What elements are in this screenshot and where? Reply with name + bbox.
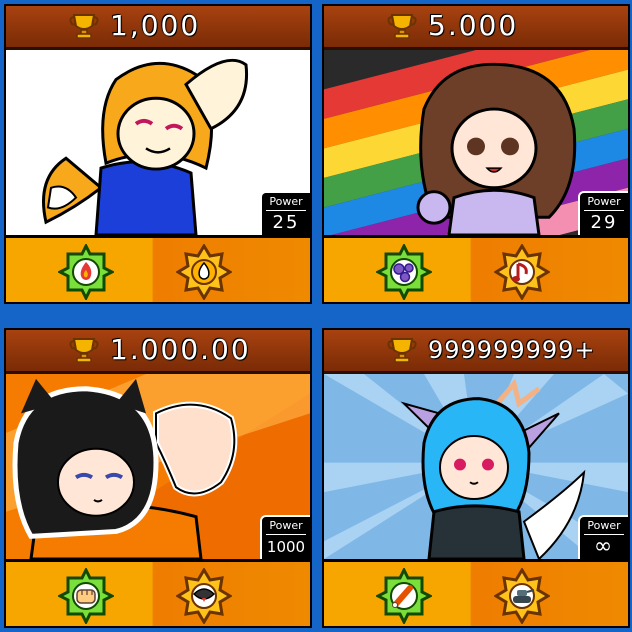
power-value: 1000 — [266, 538, 306, 556]
trophy-bar: 5.000 — [324, 6, 628, 50]
bubbles-icon — [376, 244, 432, 300]
brawler-card[interactable]: 1.000.00 Power 1000 — [4, 328, 312, 628]
brawler-card[interactable]: 1,000 Power 25 — [4, 4, 312, 304]
power-value: 25 — [272, 212, 300, 233]
gadget-slot[interactable] — [58, 568, 114, 624]
gadget-slot[interactable] — [376, 244, 432, 300]
trophy-count: 1,000 — [110, 9, 201, 42]
trophy-icon — [69, 338, 99, 363]
power-label: Power — [266, 194, 306, 211]
abilities-bar — [6, 562, 310, 626]
brawler-portrait: Power 29 — [324, 50, 628, 238]
brawler-card[interactable]: 999999999+ Power ∞ — [322, 328, 630, 628]
music-note-icon — [494, 244, 550, 300]
power-label: Power — [266, 518, 306, 535]
trophy-bar: 1,000 — [6, 6, 310, 50]
tank-icon — [494, 568, 550, 624]
trophy-icon — [387, 14, 417, 39]
abilities-bar — [6, 238, 310, 302]
trophy-bar: 1.000.00 — [6, 330, 310, 374]
gadget-slot[interactable] — [58, 244, 114, 300]
brawler-portrait: Power 1000 — [6, 374, 310, 562]
fist-icon — [58, 568, 114, 624]
brawler-portrait: Power 25 — [6, 50, 310, 238]
bird-icon — [176, 568, 232, 624]
trophy-icon — [69, 14, 99, 39]
trophy-count: 1.000.00 — [110, 333, 251, 366]
power-label: Power — [584, 518, 624, 535]
power-label: Power — [584, 194, 624, 211]
drumstick-icon — [376, 568, 432, 624]
starpower-slot[interactable] — [494, 568, 550, 624]
power-value: 29 — [590, 212, 618, 233]
power-badge: Power 1000 — [260, 515, 310, 559]
power-badge: Power ∞ — [578, 515, 628, 559]
starpower-slot[interactable] — [176, 568, 232, 624]
brawler-portrait: Power ∞ — [324, 374, 628, 562]
trophy-count: 999999999+ — [428, 336, 596, 364]
trophy-bar: 999999999+ — [324, 330, 628, 374]
brawler-card[interactable]: 5.000 Power 29 — [322, 4, 630, 304]
fire-icon — [58, 244, 114, 300]
trophy-icon — [387, 338, 417, 363]
power-badge: Power 25 — [260, 191, 310, 235]
trophy-count: 5.000 — [428, 9, 519, 42]
abilities-bar — [324, 238, 628, 302]
power-value: ∞ — [593, 534, 615, 559]
brawler-card-grid: 1,000 Power 25 5.000 Power 29 1.000.00 P… — [0, 0, 632, 632]
power-badge: Power 29 — [578, 191, 628, 235]
starpower-slot[interactable] — [176, 244, 232, 300]
flame-drop-icon — [176, 244, 232, 300]
abilities-bar — [324, 562, 628, 626]
starpower-slot[interactable] — [494, 244, 550, 300]
gadget-slot[interactable] — [376, 568, 432, 624]
